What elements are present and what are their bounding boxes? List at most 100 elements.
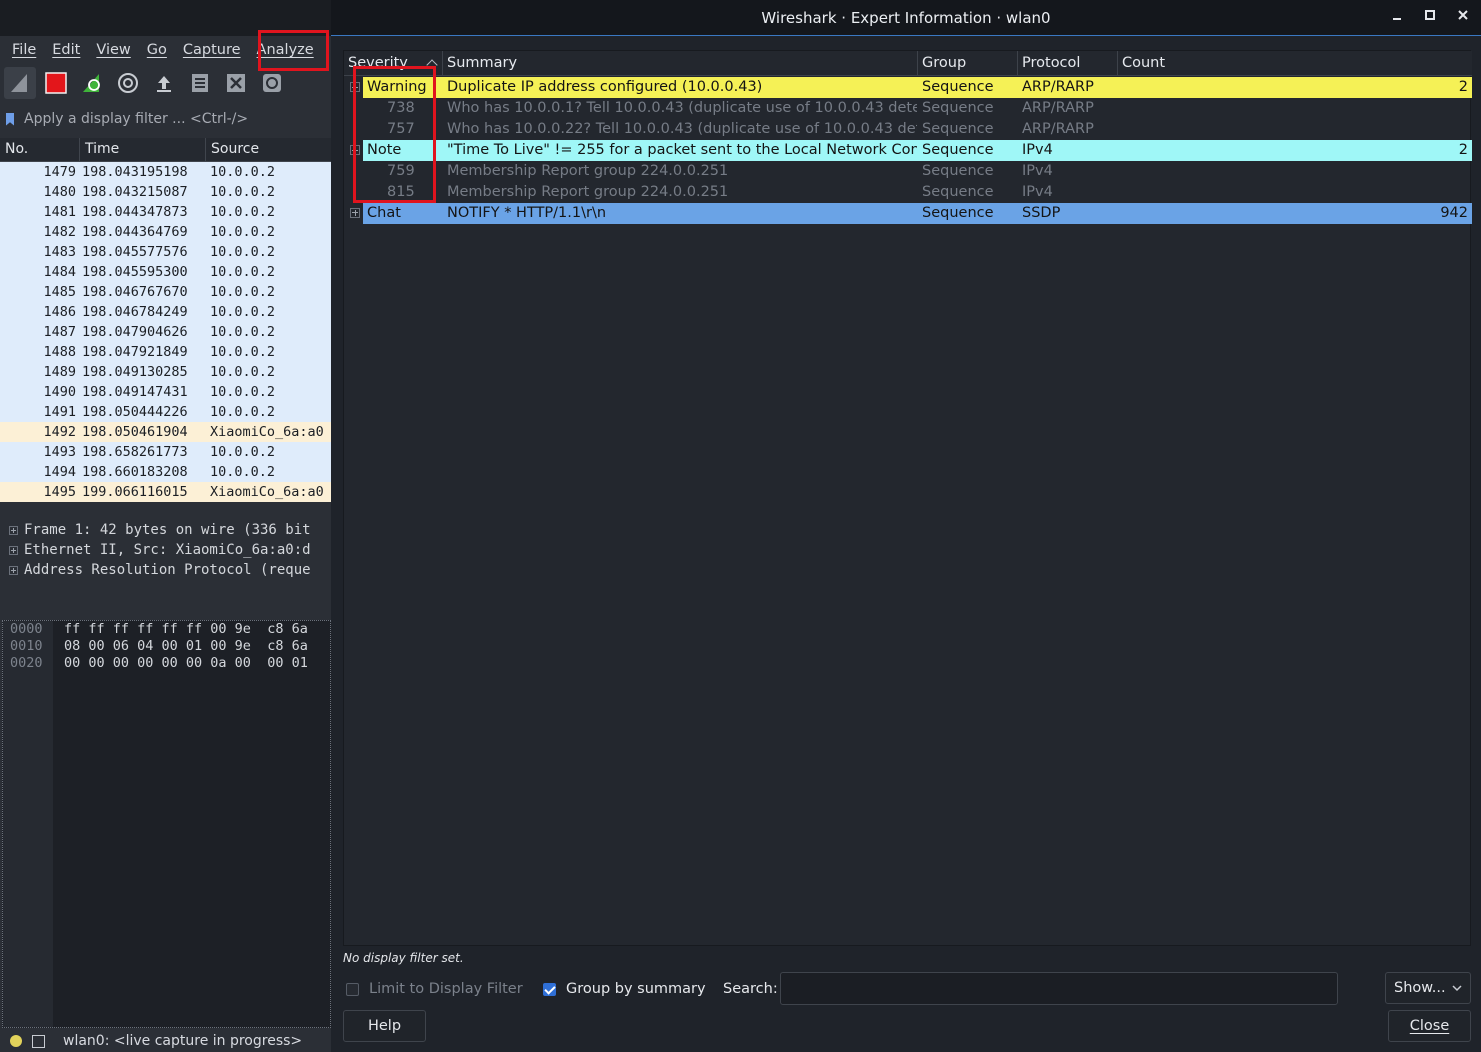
expand-plus-icon[interactable]	[9, 565, 18, 575]
packet-row[interactable]: 1484 198.045595300 10.0.0.2	[0, 262, 331, 282]
packet-src-cell: 10.0.0.2	[210, 324, 276, 340]
start-capture-icon[interactable]	[4, 67, 36, 99]
hex-bytes[interactable]: 00 00 00 00 00 00 0a 00 00 01	[55, 655, 308, 672]
expert-packet-row[interactable]: 738 Who has 10.0.0.1? Tell 10.0.0.43 (dup…	[344, 98, 1472, 119]
packet-row[interactable]: 1483 198.045577576 10.0.0.2	[0, 242, 331, 262]
packet-row[interactable]: 1494 198.660183208 10.0.0.2	[0, 462, 331, 482]
packet-no-cell: 1492	[43, 424, 76, 440]
maximize-icon[interactable]	[1422, 9, 1438, 25]
filter-status-note: No display filter set.	[343, 951, 464, 965]
expert-group-row-note[interactable]: Note "Time To Live" != 255 for a packet s…	[344, 140, 1472, 161]
collapse-minus-icon[interactable]	[350, 82, 360, 92]
hex-bytes[interactable]: ff ff ff ff ff ff 00 9e c8 6a	[55, 621, 308, 638]
packet-row[interactable]: 1495 199.066116015 XiaomiCo_6a:a0	[0, 482, 331, 502]
packet-row[interactable]: 1491 198.050444226 10.0.0.2	[0, 402, 331, 422]
packet-row[interactable]: 1479 198.043195198 10.0.0.2	[0, 162, 331, 182]
restart-capture-icon[interactable]	[76, 67, 108, 99]
expert-info-led-icon[interactable]	[10, 1035, 22, 1047]
column-header-protocol[interactable]: Protocol	[1018, 51, 1118, 76]
limit-checkbox-box[interactable]	[346, 982, 359, 996]
limit-to-display-filter-checkbox[interactable]: Limit to Display Filter	[346, 978, 523, 1000]
expert-packet-row[interactable]: 815 Membership Report group 224.0.0.251 Se…	[344, 182, 1472, 203]
expert-count-cell: 2	[1458, 79, 1468, 95]
detail-tree-item[interactable]: Ethernet II, Src: XiaomiCo_6a:a0:d	[0, 540, 331, 560]
detail-tree-item[interactable]: Address Resolution Protocol (reque	[0, 560, 331, 580]
search-label: Search:	[723, 981, 778, 997]
packet-row[interactable]: 1487 198.047904626 10.0.0.2	[0, 322, 331, 342]
bookmark-icon[interactable]	[6, 112, 14, 126]
column-header-count[interactable]: Count	[1118, 51, 1472, 76]
detail-tree-item[interactable]: Frame 1: 42 bytes on wire (336 bit	[0, 520, 331, 540]
display-filter-placeholder: Apply a display filter ... <Ctrl-/>	[24, 111, 249, 127]
hex-bytes[interactable]: 08 00 06 04 00 01 00 9e c8 6a	[55, 638, 308, 655]
column-header-time[interactable]: Time	[80, 138, 206, 161]
display-filter-bar[interactable]: Apply a display filter ... <Ctrl-/>	[0, 106, 331, 132]
packet-src-cell: 10.0.0.2	[210, 444, 276, 460]
search-input[interactable]	[780, 972, 1338, 1005]
collapse-minus-icon[interactable]	[350, 145, 360, 155]
expand-plus-icon[interactable]	[9, 525, 18, 535]
column-header-group[interactable]: Group	[918, 51, 1018, 76]
show-dropdown[interactable]: Show...	[1385, 972, 1471, 1004]
column-header-source[interactable]: Source	[206, 138, 331, 161]
expert-protocol-cell: ARP/RARP	[1022, 121, 1094, 137]
capture-options-icon[interactable]	[112, 67, 144, 99]
capture-comment-icon[interactable]	[32, 1034, 45, 1048]
column-header-summary[interactable]: Summary	[443, 51, 918, 76]
expert-severity-cell: Warning	[367, 79, 427, 95]
menu-capture[interactable]: Capture	[177, 42, 247, 58]
packet-no-cell: 1481	[43, 204, 76, 220]
expert-count-cell	[1122, 182, 1468, 203]
expert-group-cell: Sequence	[922, 79, 994, 95]
expert-protocol-cell: IPv4	[1022, 184, 1053, 200]
packet-row[interactable]: 1488 198.047921849 10.0.0.2	[0, 342, 331, 362]
menu-analyze[interactable]: Analyze	[251, 42, 320, 58]
minimize-icon[interactable]	[1389, 9, 1405, 25]
packet-src-cell: 10.0.0.2	[210, 344, 276, 360]
group-checkbox-label: Group by summary	[566, 981, 706, 997]
expert-protocol-cell: ARP/RARP	[1022, 100, 1094, 116]
expert-packet-row[interactable]: 757 Who has 10.0.0.22? Tell 10.0.0.43 (du…	[344, 119, 1472, 140]
packet-time-cell: 198.045577576	[82, 244, 188, 260]
close-file-icon[interactable]	[220, 67, 252, 99]
packet-time-cell: 198.049130285	[82, 364, 188, 380]
expert-summary-cell: Who has 10.0.0.1? Tell 10.0.0.43 (duplic…	[447, 100, 917, 116]
help-button[interactable]: Help	[343, 1010, 426, 1042]
expert-group-row-warn[interactable]: Warning Duplicate IP address configured (…	[344, 77, 1472, 98]
reload-file-icon[interactable]	[256, 67, 288, 99]
close-button[interactable]: Close	[1388, 1010, 1471, 1042]
open-file-icon[interactable]	[148, 67, 180, 99]
expert-tree-header: Severity Summary Group Protocol Count	[344, 51, 1472, 76]
packet-time-cell: 198.046784249	[82, 304, 188, 320]
packet-row[interactable]: 1489 198.049130285 10.0.0.2	[0, 362, 331, 382]
menu-go[interactable]: Go	[141, 42, 173, 58]
close-window-icon[interactable]	[1455, 9, 1471, 25]
expert-summary-cell: Who has 10.0.0.22? Tell 10.0.0.43 (dupli…	[447, 121, 917, 137]
column-header-no[interactable]: No.	[0, 138, 80, 161]
stop-capture-icon[interactable]	[40, 67, 72, 99]
packet-row[interactable]: 1486 198.046784249 10.0.0.2	[0, 302, 331, 322]
expert-group-row-chat[interactable]: Chat NOTIFY * HTTP/1.1\r\n Sequence SSDP 942	[344, 203, 1472, 224]
packet-row[interactable]: 1492 198.050461904 XiaomiCo_6a:a0	[0, 422, 331, 442]
packet-row[interactable]: 1485 198.046767670 10.0.0.2	[0, 282, 331, 302]
packet-row[interactable]: 1480 198.043215087 10.0.0.2	[0, 182, 331, 202]
column-header-severity[interactable]: Severity	[344, 51, 443, 76]
group-by-summary-checkbox[interactable]: Group by summary	[543, 978, 706, 1000]
expand-plus-icon[interactable]	[9, 545, 18, 555]
expert-packet-row[interactable]: 759 Membership Report group 224.0.0.251 Se…	[344, 161, 1472, 182]
menu-edit[interactable]: Edit	[46, 42, 86, 58]
packet-no-cell: 1484	[43, 264, 76, 280]
menu-file[interactable]: File	[6, 42, 42, 58]
group-checkbox-box[interactable]	[543, 982, 556, 996]
packet-no-cell: 1490	[43, 384, 76, 400]
packet-row[interactable]: 1493 198.658261773 10.0.0.2	[0, 442, 331, 462]
packet-row[interactable]: 1482 198.044364769 10.0.0.2	[0, 222, 331, 242]
expand-plus-icon[interactable]	[350, 208, 360, 218]
packet-row[interactable]: 1481 198.044347873 10.0.0.2	[0, 202, 331, 222]
hex-row: 0010 08 00 06 04 00 01 00 9e c8 6a	[3, 638, 330, 655]
menubar: File Edit View Go Capture Analyze	[0, 36, 331, 64]
packet-row[interactable]: 1490 198.049147431 10.0.0.2	[0, 382, 331, 402]
save-file-icon[interactable]	[184, 67, 216, 99]
packet-src-cell: XiaomiCo_6a:a0	[210, 484, 324, 500]
menu-view[interactable]: View	[90, 42, 136, 58]
